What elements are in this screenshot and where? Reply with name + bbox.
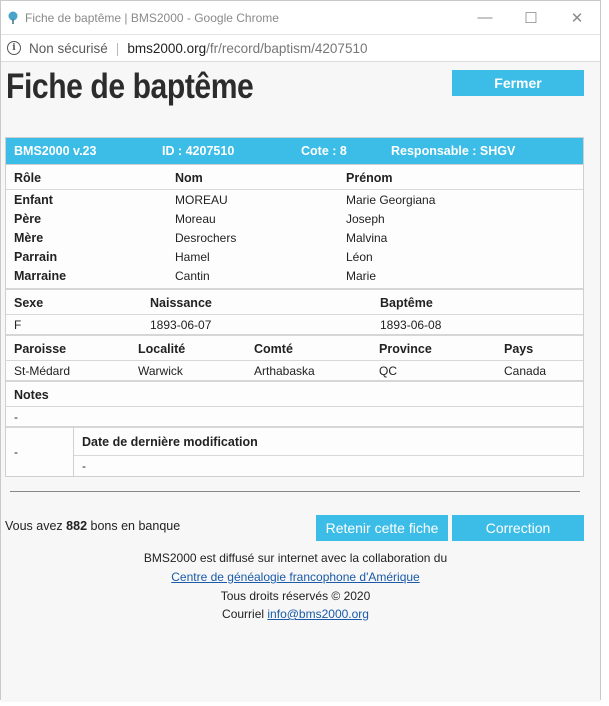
- bank-count: 882: [66, 519, 88, 533]
- dates-header-row: Sexe Naissance Baptême: [6, 290, 583, 315]
- close-window-button[interactable]: ✕: [554, 1, 600, 34]
- role-label: Marraine: [14, 269, 67, 283]
- title-bar: Fiche de baptême | BMS2000 - Google Chro…: [1, 1, 600, 35]
- notes-value-row: -: [6, 406, 583, 426]
- email-link[interactable]: info@bms2000.org: [267, 607, 369, 621]
- prenom-value: Joseph: [346, 212, 385, 226]
- last-modified-left-value: -: [14, 445, 18, 459]
- not-secure-label: Non sécurisé: [29, 40, 108, 56]
- location-section: Paroisse Localité Comté Province Pays St…: [6, 334, 583, 380]
- localite-value: Warwick: [138, 364, 183, 378]
- notes-section: Notes -: [6, 380, 583, 426]
- prenom-value: Malvina: [346, 231, 388, 245]
- last-modified-value-row: -: [74, 456, 583, 475]
- table-row: F 1893-06-07 1893-06-08: [6, 315, 583, 334]
- email-prefix: Courriel: [222, 607, 265, 621]
- window-controls: — ☐ ✕: [462, 1, 600, 34]
- notes-value: -: [14, 410, 18, 424]
- prenom-value: Marie Georgiana: [346, 193, 436, 207]
- people-header-row: Rôle Nom Prénom: [6, 165, 583, 190]
- nom-value: Hamel: [175, 250, 210, 264]
- bank-balance: Vous avez 882 bons en banque: [5, 519, 180, 533]
- comte-value: Arthabaska: [254, 364, 315, 378]
- last-modified-header-row: Date de dernière modification: [74, 428, 583, 456]
- pays-value: Canada: [504, 364, 547, 378]
- last-modified-section: - Date de dernière modification -: [6, 426, 583, 476]
- record-version: BMS2000 v.23: [14, 144, 97, 158]
- footer-line-2: Centre de généalogie francophone d'Améri…: [1, 570, 590, 584]
- correction-button[interactable]: Correction: [452, 515, 584, 541]
- tree-favicon-icon: [5, 10, 21, 26]
- table-row: Enfant MOREAU Marie Georgiana: [6, 190, 583, 209]
- page-title: Fiche de baptême: [6, 67, 254, 106]
- naissance-value: 1893-06-07: [150, 318, 212, 332]
- nom-value: Desrochers: [175, 231, 237, 245]
- last-modified-left-cell: -: [6, 428, 74, 476]
- bapteme-value: 1893-06-08: [380, 318, 442, 332]
- last-modified-right-cell: Date de dernière modification -: [74, 428, 583, 476]
- paroisse-value: St-Médard: [14, 364, 71, 378]
- maximize-button[interactable]: ☐: [508, 1, 554, 34]
- footer-line-1: BMS2000 est diffusé sur internet avec la…: [143, 551, 448, 565]
- table-row: Père Moreau Joseph: [6, 209, 583, 228]
- browser-window: Fiche de baptême | BMS2000 - Google Chro…: [0, 0, 601, 702]
- notes-header-row: Notes: [6, 382, 583, 406]
- retain-record-button[interactable]: Retenir cette fiche: [316, 515, 448, 541]
- col-role: Rôle: [14, 171, 42, 185]
- role-label: Parrain: [14, 250, 58, 264]
- table-row: St-Médard Warwick Arthabaska QC Canada: [6, 361, 583, 380]
- nom-value: Moreau: [175, 212, 216, 226]
- url-path[interactable]: /fr/record/baptism/4207510: [206, 41, 367, 56]
- nom-value: Cantin: [175, 269, 210, 283]
- role-label: Enfant: [14, 193, 53, 207]
- address-bar[interactable]: i Non sécurisé | bms2000.org/fr/record/b…: [1, 35, 600, 62]
- window-title: Fiche de baptême | BMS2000 - Google Chro…: [25, 10, 279, 25]
- prenom-value: Marie: [346, 269, 377, 283]
- bank-suffix: bons en banque: [90, 519, 181, 533]
- page-content: Fiche de baptême Fermer BMS2000 v.23 ID …: [1, 62, 600, 702]
- bank-prefix: Vous avez: [5, 519, 63, 533]
- record-cote: Cote : 8: [301, 144, 347, 158]
- nom-value: MOREAU: [175, 193, 228, 207]
- cgfa-link[interactable]: Centre de généalogie francophone d'Améri…: [171, 570, 419, 584]
- close-button[interactable]: Fermer: [452, 70, 584, 96]
- col-comte: Comté: [254, 342, 293, 356]
- separator: |: [115, 40, 120, 56]
- table-row: Mère Desrochers Malvina: [6, 228, 583, 247]
- divider: [10, 491, 580, 492]
- record-responsable: Responsable : SHGV: [391, 144, 516, 158]
- baptism-record: BMS2000 v.23 ID : 4207510 Cote : 8 Respo…: [5, 137, 584, 477]
- minimize-button[interactable]: —: [462, 1, 508, 34]
- notes-label: Notes: [14, 388, 49, 402]
- location-header-row: Paroisse Localité Comté Province Pays: [6, 336, 583, 361]
- col-naissance: Naissance: [150, 296, 212, 310]
- role-label: Père: [14, 212, 42, 226]
- table-row: Marraine Cantin Marie: [6, 266, 583, 285]
- last-modified-label: Date de dernière modification: [82, 435, 258, 449]
- col-pays: Pays: [504, 342, 534, 356]
- info-icon[interactable]: i: [7, 41, 21, 55]
- col-prenom: Prénom: [346, 171, 393, 185]
- prenom-value: Léon: [346, 250, 373, 264]
- role-label: Mère: [14, 231, 44, 245]
- people-section: Rôle Nom Prénom Enfant MOREAU Marie Geor…: [6, 164, 583, 288]
- col-paroisse: Paroisse: [14, 342, 67, 356]
- dates-section: Sexe Naissance Baptême F 1893-06-07 1893…: [6, 288, 583, 334]
- url-host[interactable]: bms2000.org: [127, 41, 206, 56]
- province-value: QC: [379, 364, 397, 378]
- record-header: BMS2000 v.23 ID : 4207510 Cote : 8 Respo…: [6, 138, 583, 164]
- sexe-value: F: [14, 318, 22, 332]
- record-id: ID : 4207510: [162, 144, 235, 158]
- background-page-strip: [601, 0, 609, 706]
- last-modified-value: -: [82, 459, 86, 473]
- col-sexe: Sexe: [14, 296, 44, 310]
- footer-line-4: Courriel info@bms2000.org: [1, 607, 590, 621]
- col-nom: Nom: [175, 171, 203, 185]
- col-bapteme: Baptême: [380, 296, 433, 310]
- col-province: Province: [379, 342, 432, 356]
- col-localite: Localité: [138, 342, 186, 356]
- table-row: Parrain Hamel Léon: [6, 247, 583, 266]
- footer-line-3: Tous droits réservés © 2020: [220, 589, 371, 603]
